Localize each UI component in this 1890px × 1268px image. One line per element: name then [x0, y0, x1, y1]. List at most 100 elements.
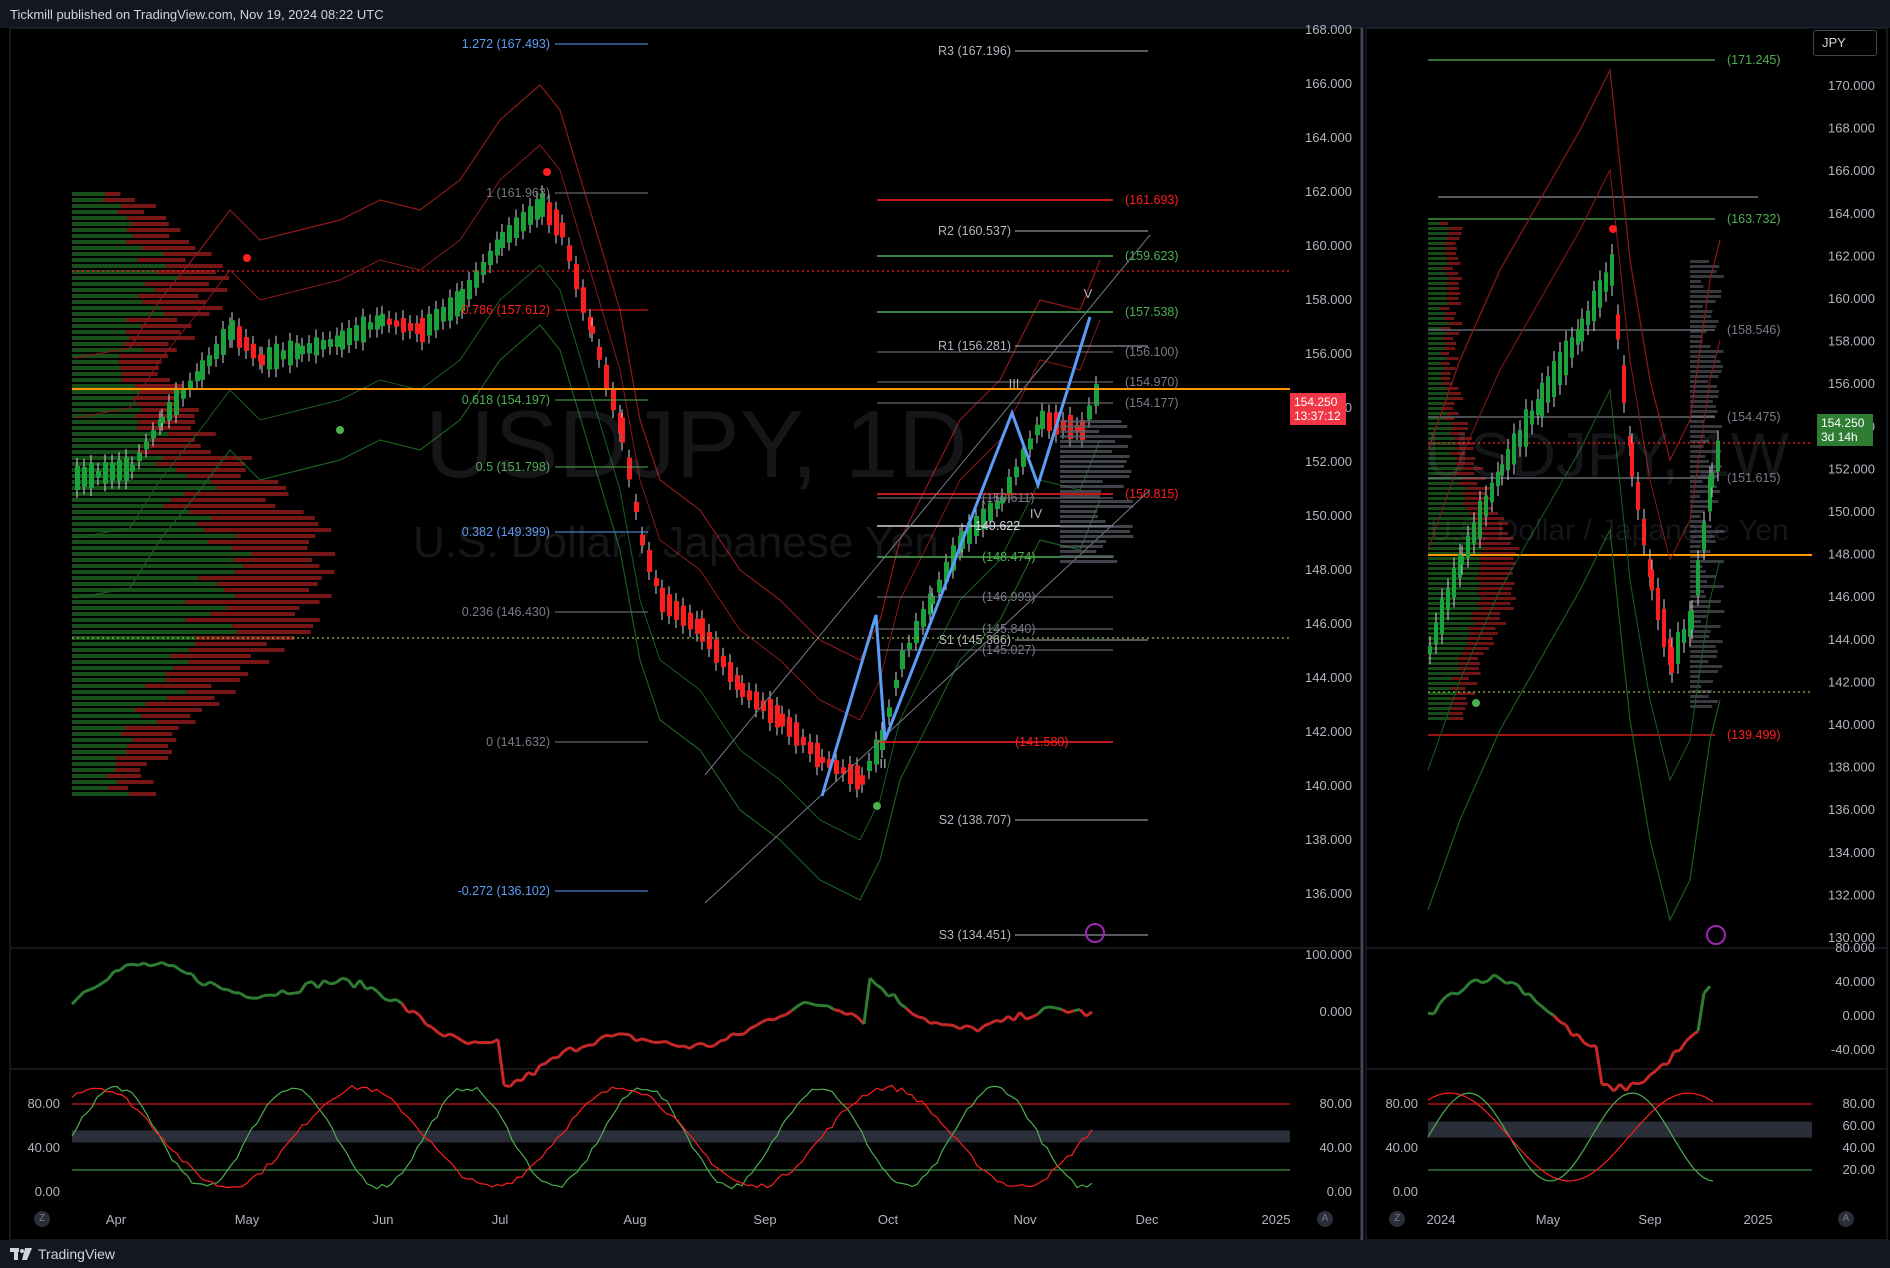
momentum-line — [809, 1001, 817, 1007]
candle-body — [221, 329, 226, 355]
candle-body — [507, 225, 512, 243]
weekly-candle-body — [1676, 632, 1680, 664]
momentum-line — [418, 1014, 428, 1026]
weekly-candle-body — [1452, 567, 1456, 598]
weekly-lightning-icon — [1706, 925, 1726, 945]
volume-profile-sell-bar — [216, 486, 286, 490]
weekly-vp-sell-bar — [1477, 592, 1512, 595]
candle-body — [921, 609, 926, 627]
weekly-vp-buy-bar — [1428, 282, 1447, 285]
momentum-line — [70, 996, 80, 1006]
footer-brand-text: TradingView — [38, 1246, 116, 1262]
momentum-line — [293, 990, 301, 995]
session-profile-bar — [1060, 470, 1132, 473]
main-time-tick: Sep — [753, 1212, 776, 1227]
weekly-vp-sell-bar — [1446, 257, 1459, 260]
momentum-line — [383, 997, 391, 1003]
weekly-price-tick: 164.000 — [1828, 206, 1875, 221]
weekly-vp-buy-bar — [1428, 707, 1451, 710]
weekly-vp-buy-bar — [1428, 647, 1465, 650]
momentum-line — [965, 1024, 973, 1029]
weekly-vp-buy-bar — [1428, 312, 1445, 315]
candle-body — [1014, 466, 1019, 478]
volume-profile-buy-bar — [72, 252, 163, 256]
weekly-vp-sell-bar — [1474, 622, 1506, 625]
weekly-auto-scale-button[interactable]: A — [1838, 1211, 1854, 1227]
volume-profile-buy-bar — [72, 288, 155, 292]
weekly-zoom-button[interactable]: Z — [1389, 1211, 1405, 1227]
volume-profile-sell-bar — [127, 216, 167, 220]
momentum-line — [827, 1004, 835, 1011]
candle-body — [535, 199, 540, 220]
weekly-vp-sell-bar — [1469, 632, 1498, 635]
weekly-momentum-line — [1654, 1063, 1664, 1072]
weekly-price-tick: 170.000 — [1828, 78, 1875, 93]
footer-bar: TradingView — [0, 1240, 1890, 1268]
candle-body — [160, 416, 165, 424]
session-profile-bar — [1060, 540, 1107, 543]
volume-profile-sell-bar — [231, 546, 308, 550]
weekly-osc1-tick: 0.000 — [1842, 1008, 1875, 1023]
weekly-session-profile-bar — [1690, 560, 1724, 563]
weekly-osc1-tick: 80.000 — [1835, 940, 1875, 955]
volume-profile-buy-bar — [72, 216, 128, 220]
volume-profile-buy-bar — [72, 360, 119, 364]
weekly-vp-sell-bar — [1444, 347, 1456, 350]
volume-profile-buy-bar — [72, 744, 128, 748]
volume-profile-buy-bar — [72, 330, 127, 334]
weekly-vp-buy-bar — [1428, 652, 1462, 655]
candle-body — [441, 306, 446, 322]
weekly-session-profile-bar — [1690, 665, 1723, 668]
momentum-line — [845, 1011, 853, 1016]
weekly-price-tick: 150.000 — [1828, 504, 1875, 519]
main-auto-scale-button[interactable]: A — [1317, 1211, 1333, 1227]
main-price-tick: 146.000 — [1305, 616, 1352, 631]
candle-body — [455, 291, 460, 317]
volume-profile-buy-bar — [72, 792, 130, 796]
volume-profile-sell-bar — [141, 324, 192, 328]
main-price-tick: 166.000 — [1305, 76, 1352, 91]
session-profile-bar — [1060, 545, 1103, 548]
tradingview-logo[interactable]: TradingView — [10, 1246, 115, 1262]
currency-button[interactable]: JPY — [1813, 30, 1877, 56]
weekly-price-tick: 138.000 — [1828, 760, 1875, 775]
fib-level-label: 0.236 (146.430) — [462, 605, 550, 619]
candle-body — [96, 470, 101, 478]
momentum-line — [803, 1000, 811, 1005]
volume-profile-sell-bar — [188, 648, 285, 652]
weekly-countdown: 3d 14h — [1821, 430, 1858, 444]
weekly-session-profile-bar — [1690, 375, 1719, 378]
momentum-line — [113, 968, 121, 973]
momentum-line — [1007, 1014, 1015, 1022]
momentum-line — [119, 963, 127, 972]
volume-profile-buy-bar — [72, 366, 121, 370]
momentum-line — [1055, 1006, 1063, 1012]
momentum-line — [724, 1032, 734, 1041]
weekly-session-profile-bar — [1690, 260, 1710, 263]
candle-body — [420, 317, 425, 343]
chart-canvas[interactable]: 168.000 166.000 164.000 162.000 160.000 158.0… — [0, 0, 1890, 1268]
weekly-candle-body — [1552, 361, 1556, 397]
weekly-momentum-line — [1493, 973, 1501, 980]
volume-profile-buy-bar — [72, 600, 186, 604]
weekly-session-profile-bar — [1690, 355, 1717, 358]
momentum-line — [215, 983, 223, 991]
momentum-line — [623, 1032, 631, 1037]
main-osc2-tick-left: 80.00 — [27, 1096, 60, 1111]
volume-profile-buy-bar — [72, 336, 129, 340]
weekly-momentum-line — [1564, 1024, 1574, 1037]
session-profile-bar — [1060, 525, 1133, 528]
projection-level-label: (148.474) — [982, 550, 1036, 564]
weekly-session-profile-bar — [1690, 575, 1717, 578]
main-zoom-button[interactable]: Z — [34, 1211, 50, 1227]
weekly-candle-body — [1616, 314, 1620, 340]
candle-body — [75, 465, 80, 491]
volume-profile-sell-bar — [118, 210, 145, 214]
weekly-vp-buy-bar — [1428, 247, 1446, 250]
weekly-momentum-line — [1624, 1081, 1634, 1092]
weekly-session-profile-bar — [1690, 285, 1704, 288]
momentum-line — [341, 976, 349, 982]
volume-profile-sell-bar — [185, 600, 320, 604]
weekly-vp-buy-bar — [1428, 302, 1448, 305]
weekly-momentum-line — [1576, 1033, 1586, 1044]
